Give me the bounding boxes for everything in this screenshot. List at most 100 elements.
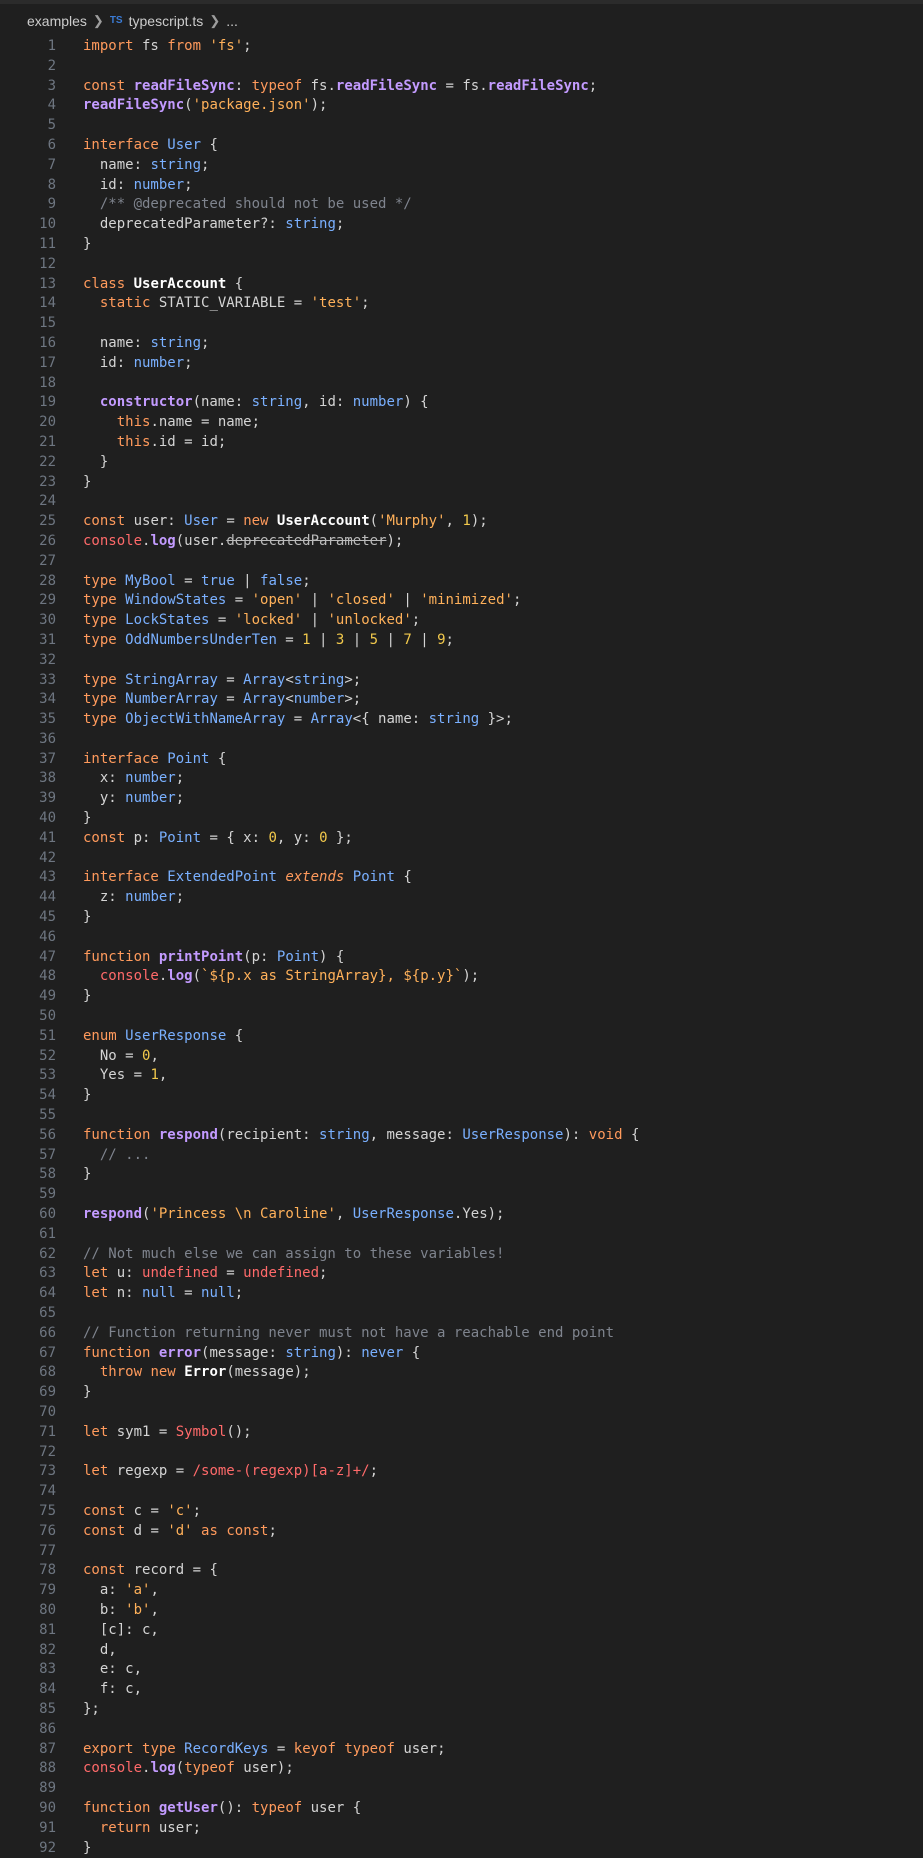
code-text[interactable] [56,552,83,572]
code-line[interactable]: 19 constructor(name: string, id: number)… [0,393,923,413]
code-text[interactable]: this.name = name; [56,413,260,433]
code-text[interactable]: this.id = id; [56,433,227,453]
code-text[interactable]: b: 'b', [56,1601,159,1621]
code-text[interactable] [56,849,83,869]
code-text[interactable]: } [56,473,91,493]
code-text[interactable]: function printPoint(p: Point) { [56,948,344,968]
code-line[interactable]: 68 throw new Error(message); [0,1363,923,1383]
code-line[interactable]: 26 console.log(user.deprecatedParameter); [0,532,923,552]
code-text[interactable] [56,57,83,77]
code-text[interactable]: type LockStates = 'locked' | 'unlocked'; [56,611,420,631]
code-line[interactable]: 39 y: number; [0,789,923,809]
code-line[interactable]: 42 [0,849,923,869]
code-line[interactable]: 25 const user: User = new UserAccount('Mu… [0,512,923,532]
code-text[interactable]: /** @deprecated should not be used */ [56,195,412,215]
code-text[interactable]: } [56,987,91,1007]
code-line[interactable]: 73 let regexp = /some-(regexp)[a-z]+/; [0,1462,923,1482]
code-text[interactable] [56,928,83,948]
code-text[interactable] [56,1225,83,1245]
code-line[interactable]: 28 type MyBool = true | false; [0,572,923,592]
code-line[interactable]: 9 /** @deprecated should not be used */ [0,195,923,215]
code-text[interactable]: interface Point { [56,750,226,770]
code-line[interactable]: 30 type LockStates = 'locked' | 'unlocked… [0,611,923,631]
code-text[interactable] [56,1185,83,1205]
code-line[interactable]: 11} [0,235,923,255]
code-text[interactable]: type StringArray = Array<string>; [56,671,361,691]
code-text[interactable]: } [56,809,91,829]
code-line[interactable]: 89 [0,1779,923,1799]
code-text[interactable] [56,255,83,275]
code-line[interactable]: 12 [0,255,923,275]
code-line[interactable]: 35 type ObjectWithNameArray = Array<{ nam… [0,710,923,730]
code-text[interactable]: a: 'a', [56,1581,159,1601]
code-line[interactable]: 34 type NumberArray = Array<number>; [0,690,923,710]
code-line[interactable]: 36 [0,730,923,750]
code-line[interactable]: 81 [c]: c, [0,1621,923,1641]
code-text[interactable]: import fs from 'fs'; [56,37,252,57]
code-line[interactable]: 85}; [0,1700,923,1720]
code-text[interactable]: function error(message: string): never { [56,1344,420,1364]
code-line[interactable]: 66// Function returning never must not h… [0,1324,923,1344]
code-line[interactable]: 69} [0,1383,923,1403]
code-line[interactable]: 32 [0,651,923,671]
code-line[interactable]: 50 [0,1007,923,1027]
code-line[interactable]: 92} [0,1839,923,1858]
code-text[interactable] [56,1779,83,1799]
code-line[interactable]: 77 [0,1542,923,1562]
code-text[interactable] [56,1482,83,1502]
code-text[interactable] [56,1304,83,1324]
code-line[interactable]: 5 [0,116,923,136]
code-line[interactable]: 16 name: string; [0,334,923,354]
code-text[interactable]: y: number; [56,789,184,809]
code-text[interactable] [56,1720,83,1740]
code-line[interactable]: 33 type StringArray = Array<string>; [0,671,923,691]
code-line[interactable]: 87 export type RecordKeys = keyof typeof … [0,1740,923,1760]
code-text[interactable]: } [56,1086,91,1106]
code-text[interactable]: console.log(`${p.x as StringArray}, ${p.… [56,967,479,987]
code-text[interactable]: class UserAccount { [56,275,243,295]
code-text[interactable]: function getUser(): typeof user { [56,1799,361,1819]
code-text[interactable] [56,1443,83,1463]
code-text[interactable]: id: number; [56,354,193,374]
code-line[interactable]: 22 } [0,453,923,473]
code-line[interactable]: 54} [0,1086,923,1106]
code-line[interactable]: 4 readFileSync('package.json'); [0,96,923,116]
code-text[interactable]: let sym1 = Symbol(); [56,1423,252,1443]
code-line[interactable]: 67 function error(message: string): never… [0,1344,923,1364]
code-text[interactable]: No = 0, [56,1047,159,1067]
code-text[interactable]: const d = 'd' as const; [56,1522,277,1542]
code-text[interactable]: static STATIC_VARIABLE = 'test'; [56,294,370,314]
code-line[interactable]: 84 f: c, [0,1680,923,1700]
code-line[interactable]: 72 [0,1443,923,1463]
code-text[interactable]: throw new Error(message); [56,1363,311,1383]
code-text[interactable] [56,651,83,671]
code-line[interactable]: 70 [0,1403,923,1423]
code-text[interactable] [56,1542,83,1562]
code-text[interactable]: const record = { [56,1561,218,1581]
code-line[interactable]: 62// Not much else we can assign to thes… [0,1245,923,1265]
code-line[interactable]: 1 import fs from 'fs'; [0,37,923,57]
code-line[interactable]: 61 [0,1225,923,1245]
code-line[interactable]: 6 interface User { [0,136,923,156]
code-line[interactable]: 31 type OddNumbersUnderTen = 1 | 3 | 5 | … [0,631,923,651]
code-line[interactable]: 64 let n: null = null; [0,1284,923,1304]
code-text[interactable]: interface User { [56,136,218,156]
code-text[interactable]: let u: undefined = undefined; [56,1264,327,1284]
code-line[interactable]: 15 [0,314,923,334]
code-text[interactable] [56,730,83,750]
code-line[interactable]: 80 b: 'b', [0,1601,923,1621]
code-text[interactable]: console.log(user.deprecatedParameter); [56,532,403,552]
code-line[interactable]: 60 respond('Princess \n Caroline', UserRe… [0,1205,923,1225]
code-text[interactable]: let regexp = /some-(regexp)[a-z]+/; [56,1462,378,1482]
code-line[interactable]: 88 console.log(typeof user); [0,1759,923,1779]
code-line[interactable]: 55 [0,1106,923,1126]
code-line[interactable]: 27 [0,552,923,572]
code-line[interactable]: 29 type WindowStates = 'open' | 'closed' … [0,591,923,611]
code-line[interactable]: 45} [0,908,923,928]
code-line[interactable]: 17 id: number; [0,354,923,374]
code-line[interactable]: 82 d, [0,1641,923,1661]
code-text[interactable]: const user: User = new UserAccount('Murp… [56,512,488,532]
code-line[interactable]: 51 enum UserResponse { [0,1027,923,1047]
code-text[interactable]: d, [56,1641,117,1661]
code-text[interactable] [56,1403,83,1423]
